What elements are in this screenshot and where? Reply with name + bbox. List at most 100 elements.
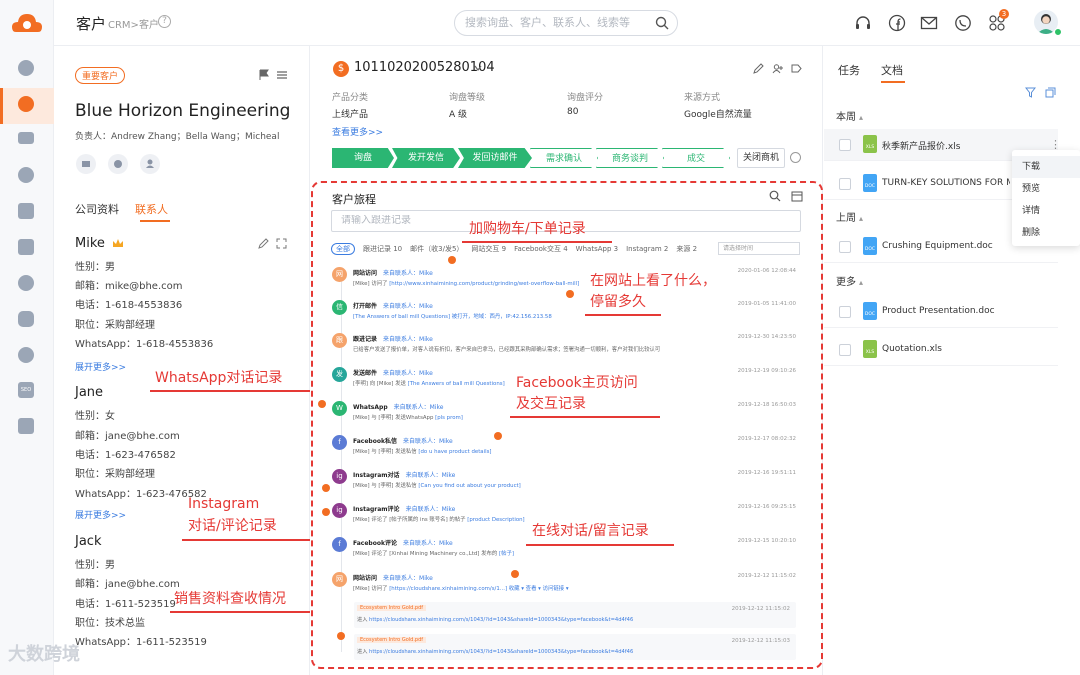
time-picker[interactable]: 请选择时间 (718, 242, 800, 255)
subevent-link[interactable]: https://cloudshare.xinhaimining.com/s/10… (369, 617, 633, 623)
event-link[interactable]: [Can you find out about your product] (418, 483, 520, 489)
seo-icon[interactable]: SEO (18, 382, 34, 398)
stage-follow-up-mail[interactable]: 发回访邮件 (458, 148, 532, 168)
event-source[interactable]: 来自联系人：Mike (406, 506, 456, 513)
stage-send-dev-letter[interactable]: 发开发信 (392, 148, 460, 168)
menu-icon[interactable] (276, 69, 288, 81)
menu-item-details[interactable]: 详情 (1012, 200, 1080, 222)
event-link[interactable]: [http://www.xinhaimining.com/product/gri… (389, 281, 579, 287)
stage-negotiation[interactable]: 商务谈判 (596, 148, 664, 168)
file-checkbox[interactable] (839, 139, 851, 151)
event-source[interactable]: 来自联系人：Mike (394, 404, 444, 411)
menu-item-delete[interactable]: 删除 (1012, 222, 1080, 244)
headset-icon[interactable] (854, 14, 872, 32)
contact-whatsapp[interactable]: WhatsApp：1-611-523519 (75, 633, 207, 648)
stage-inquiry[interactable]: 询盘 (332, 148, 394, 168)
event-source[interactable]: 来自联系人：Mike (383, 270, 433, 277)
copy-icon[interactable] (1045, 87, 1056, 98)
analytics-icon[interactable] (18, 418, 34, 434)
event-link[interactable]: [pls prom] (435, 415, 463, 421)
tab-contacts[interactable]: 联系人 (135, 203, 168, 216)
contact-email[interactable]: 邮箱：mike@bhe.com (75, 277, 182, 292)
event-source[interactable]: 来自联系人：Mike (383, 575, 433, 582)
file-checkbox[interactable] (839, 344, 851, 356)
flag-icon[interactable] (258, 69, 270, 81)
event-source[interactable]: 来自联系人：Mike (403, 438, 453, 445)
tab-company-profile[interactable]: 公司资料 (75, 203, 119, 216)
group-more[interactable]: 更多 (836, 273, 863, 288)
group-last-week[interactable]: 上周 (836, 209, 863, 224)
file-tag[interactable]: Ecosystem Intro Gold.pdf (357, 637, 427, 643)
whatsapp-icon[interactable] (954, 14, 972, 32)
group-this-week[interactable]: 本周 (836, 108, 863, 123)
menu-item-preview[interactable]: 预览 (1012, 178, 1080, 200)
event-link[interactable]: [帖子] (499, 551, 514, 557)
expand-icon[interactable] (276, 238, 287, 249)
file-name[interactable]: Product Presentation.doc (882, 306, 1022, 316)
web-action-button[interactable] (108, 154, 128, 174)
stage-closed-won[interactable]: 成交 (662, 148, 730, 168)
email-action-button[interactable] (76, 154, 96, 174)
subevent-link[interactable]: https://cloudshare.xinhaimining.com/s/10… (369, 649, 633, 655)
file-checkbox[interactable] (839, 306, 851, 318)
customer-icon[interactable] (18, 96, 34, 112)
filter-all[interactable]: 全部 (331, 243, 355, 255)
global-search[interactable] (454, 10, 678, 36)
menu-item-download[interactable]: 下载 (1012, 156, 1080, 178)
contact-phone[interactable]: 电话：1-618-4553836 (75, 296, 182, 311)
filter-icon[interactable] (1025, 87, 1036, 98)
whatsapp-icon[interactable] (18, 167, 34, 183)
instagram-icon[interactable] (18, 311, 34, 327)
expand-more-link[interactable]: 展开更多>> (75, 508, 126, 521)
search-input[interactable] (465, 16, 645, 29)
tab-tasks[interactable]: 任务 (838, 62, 860, 78)
file-checkbox[interactable] (839, 178, 851, 190)
file-name[interactable]: Crushing Equipment.doc (882, 241, 1022, 251)
filter-whatsapp[interactable]: WhatsApp 3 (576, 245, 618, 253)
contact-phone[interactable]: 电话：1-623-476582 (75, 446, 176, 461)
stage-requirement-confirm[interactable]: 需求确认 (530, 148, 598, 168)
document-icon[interactable] (18, 203, 34, 219)
tab-documents[interactable]: 文档 (881, 62, 903, 78)
tag-icon[interactable] (791, 63, 802, 74)
chat-icon[interactable] (18, 239, 34, 255)
filter-instagram[interactable]: Instagram 2 (626, 245, 668, 253)
file-row[interactable]: DOC Product Presentation.doc (824, 296, 1058, 328)
event-source[interactable]: 来自联系人：Mike (383, 370, 433, 377)
see-more-link[interactable]: 查看更多>> (332, 125, 383, 138)
edit-icon[interactable] (258, 238, 269, 249)
facebook-icon[interactable] (18, 275, 34, 291)
filter-source[interactable]: 来源 2 (676, 245, 697, 253)
filter-web[interactable]: 网站交互 9 (471, 245, 506, 253)
event-source[interactable]: 来自联系人：Mike (403, 540, 453, 547)
dashboard-icon[interactable] (18, 60, 34, 76)
event-link[interactable]: [The Answers of ball mill Questions] 被打开… (353, 314, 552, 320)
google-icon[interactable] (18, 347, 34, 363)
event-source[interactable]: 来自联系人：Mike (383, 336, 433, 343)
contact-email[interactable]: 邮箱：jane@bhe.com (75, 427, 180, 442)
facebook-icon[interactable] (888, 14, 906, 32)
help-icon[interactable]: ? (158, 15, 171, 28)
search-icon[interactable] (769, 190, 781, 202)
file-name[interactable]: Quotation.xls (882, 344, 1022, 354)
file-name[interactable]: TURN-KEY SOLUTIONS FOR MINING (882, 178, 1010, 188)
mail-icon[interactable] (18, 132, 34, 144)
contact-phone[interactable]: 电话：1-611-523519 (75, 595, 176, 610)
edit-icon[interactable] (753, 63, 764, 74)
event-source[interactable]: 来自联系人：Mike (383, 303, 433, 310)
filter-email[interactable]: 邮件（收3/发5） (410, 245, 463, 253)
app-logo[interactable] (12, 10, 42, 36)
breadcrumb[interactable]: CRM>客户 (108, 16, 159, 31)
mail-icon[interactable] (920, 14, 938, 32)
event-link[interactable]: [do u have product details] (418, 449, 491, 455)
event-link[interactable]: [product Description] (467, 517, 524, 523)
filter-facebook[interactable]: Facebook交互 4 (514, 245, 568, 253)
chevron-down-icon[interactable] (474, 65, 482, 71)
event-link[interactable]: [https://cloudshare.xinhaimining.com/s/1… (389, 586, 568, 592)
expand-more-link[interactable]: 展开更多>> (75, 360, 126, 373)
search-icon[interactable] (655, 16, 669, 30)
contact-whatsapp[interactable]: WhatsApp：1-618-4553836 (75, 335, 213, 350)
file-name[interactable]: 秋季新产品报价.xls (882, 139, 1022, 152)
contact-email[interactable]: 邮箱：jane@bhe.com (75, 575, 180, 590)
calendar-icon[interactable] (791, 190, 803, 202)
